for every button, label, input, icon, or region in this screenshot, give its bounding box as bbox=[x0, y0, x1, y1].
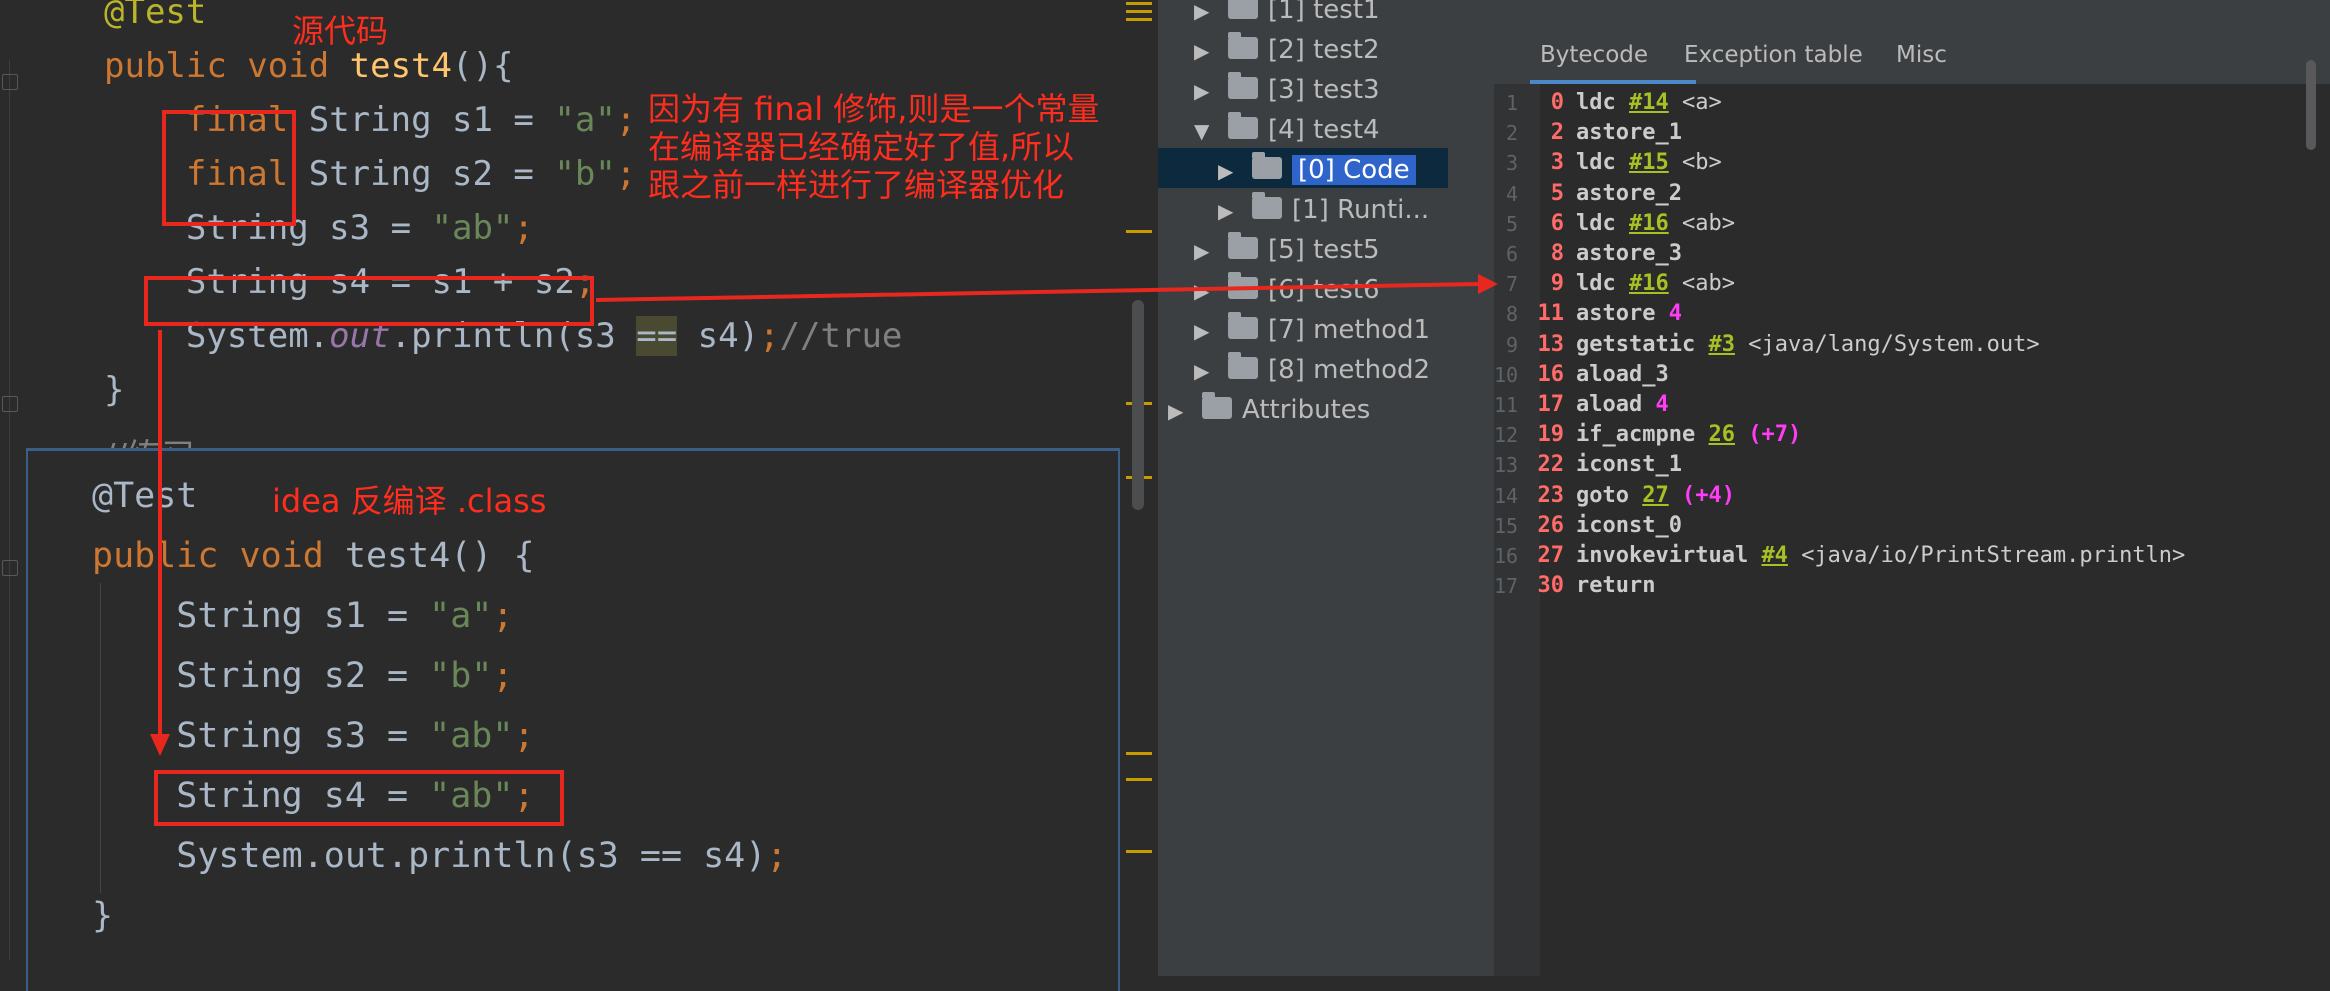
arrow-head-bytecode bbox=[1478, 274, 1498, 294]
arrow-to-bytecode bbox=[595, 282, 1481, 302]
annotation-arrows bbox=[150, 274, 1498, 756]
arrow-head-decompiled bbox=[150, 734, 170, 756]
